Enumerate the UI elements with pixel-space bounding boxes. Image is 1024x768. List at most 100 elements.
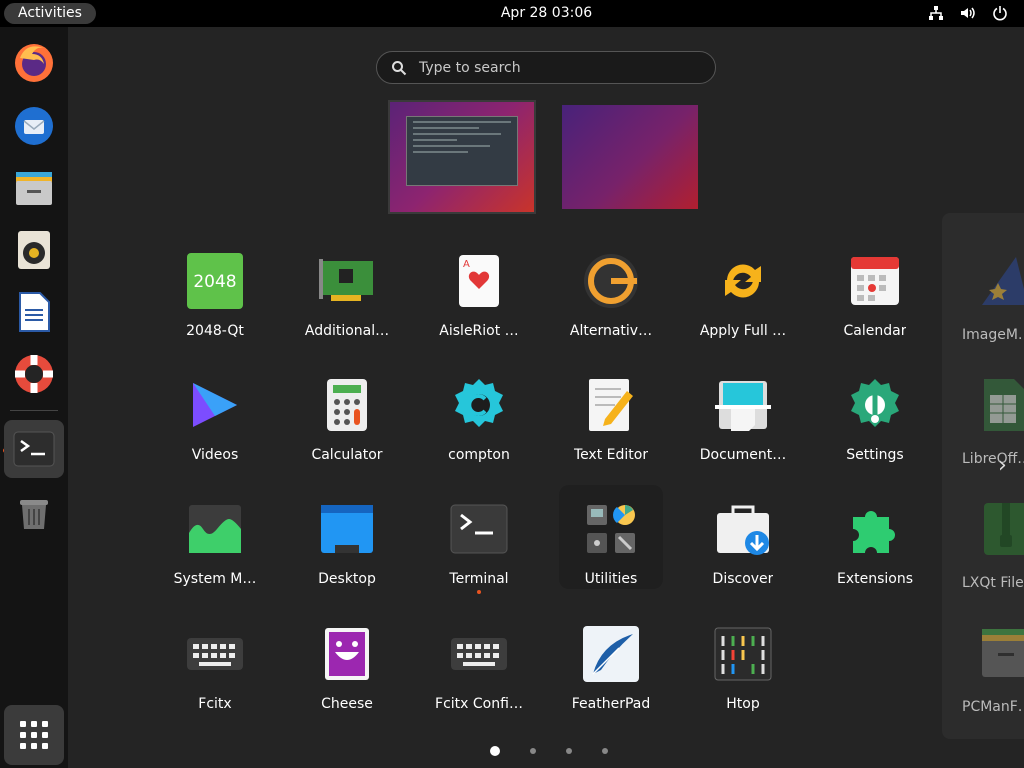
htop-icon [714,627,772,681]
app-puzzle[interactable]: Extensions [820,499,930,603]
dock-rhythmbox[interactable] [4,221,64,279]
app-icon [185,375,245,435]
clock[interactable]: Apr 28 03:06 [0,0,1024,27]
app-icon [713,251,773,311]
rhythmbox-icon [18,231,50,269]
app-icon [581,375,641,435]
show-applications-button[interactable] [4,705,64,765]
app-label: Fcitx [198,696,232,712]
cards-icon: A [459,255,499,307]
app-calendar[interactable]: Calendar [820,251,930,355]
app-compton-gear[interactable]: compton [424,375,534,479]
dock-terminal[interactable] [4,420,64,478]
app-upgrade[interactable]: Apply Full … [688,251,798,355]
dock-trash[interactable] [4,483,64,541]
app-label: Videos [191,447,239,463]
utilities-folder-icon [587,505,635,553]
dock-files[interactable] [4,159,64,217]
app-settings[interactable]: Settings [820,375,930,479]
app-discover[interactable]: Discover [688,499,798,603]
alternatives-icon [584,254,638,308]
app-label: PCManF… [962,699,1024,715]
app-hardware-card[interactable]: Additional… [292,251,402,355]
search-icon [392,61,407,76]
document-scanner-icon [715,381,771,431]
upgrade-icon [725,264,761,298]
power-icon[interactable] [992,5,1008,25]
app-icon [449,624,509,684]
keyboard-icon [451,638,507,670]
dock-help[interactable] [4,345,64,403]
app-desktop[interactable]: Desktop [292,499,402,603]
network-icon[interactable] [928,5,944,25]
writer-icon [19,292,50,332]
peek-app-wizard-hat[interactable]: ImageM… [962,251,1024,343]
terminal-window-thumbnail[interactable] [406,116,518,186]
text-editor-icon [589,379,633,431]
app-icon [449,375,509,435]
folder-icon [982,629,1024,677]
peek-app-folder[interactable]: PCManF… [962,623,1024,715]
app-icon [317,624,377,684]
system-tray[interactable] [928,5,1008,25]
app-icon [962,623,1024,687]
app-grid-overview: Type to search 2048 2048-Qt Additional… A Ai… [68,27,1024,768]
app-icon [317,251,377,311]
app-label: ImageM… [962,327,1024,343]
app-label: LXQt File… [962,575,1024,591]
page-dot-1[interactable] [490,746,500,756]
app-label: Text Editor [573,447,649,463]
app-calculator[interactable]: Calculator [292,375,402,479]
app-text-editor[interactable]: Text Editor [556,375,666,479]
system-monitor-icon [189,505,241,553]
grid-icon [20,721,48,749]
dock-firefox[interactable] [4,33,64,91]
app-terminal[interactable]: Terminal [424,499,534,603]
page-dot-3[interactable] [566,748,572,754]
next-page-peek[interactable]: PCManF… LXQt File… LibreOff… ImageM… › [942,213,1024,739]
app-icon [713,499,773,559]
peek-app-spreadsheet[interactable]: LibreOff… [962,375,1024,467]
app-icon [317,375,377,435]
hardware-card-icon [319,259,373,301]
app-label: Document… [699,447,787,463]
app-cards[interactable]: A AisleRiot … [424,251,534,355]
app-keyboard[interactable]: Fcitx Confi… [424,624,534,728]
app-game-2048[interactable]: 2048 2048-Qt [160,251,270,355]
app-icon [713,375,773,435]
app-label: Cheese [321,696,373,712]
terminal-icon [13,431,55,467]
app-icon [581,251,641,311]
compton-gear-icon [455,379,503,427]
page-dot-4[interactable] [602,748,608,754]
app-label: compton [448,447,510,463]
app-feather[interactable]: FeatherPad [556,624,666,728]
chevron-right-icon[interactable]: › [998,453,1007,478]
app-videos[interactable]: Videos [160,375,270,479]
app-alternatives[interactable]: Alternativ… [556,251,666,355]
app-document-scanner[interactable]: Document… [688,375,798,479]
page-dot-2[interactable] [530,748,536,754]
volume-icon[interactable] [960,5,976,25]
thunderbird-icon [15,107,53,145]
app-keyboard[interactable]: Fcitx [160,624,270,728]
search-input[interactable]: Type to search [376,51,716,84]
app-cheese[interactable]: Cheese [292,624,402,728]
app-label: Settings [846,447,904,463]
peek-app-archive[interactable]: LXQt File… [962,499,1024,591]
firefox-icon [15,44,53,82]
workspace-thumbnail-1[interactable] [390,102,534,212]
workspace-thumbnail-2[interactable] [562,105,698,209]
app-utilities-folder[interactable]: Utilities [556,499,666,603]
app-label: Htop [726,696,760,712]
dock-libreoffice-writer[interactable] [4,283,64,341]
app-label: LibreOff… [962,451,1024,467]
archive-icon [984,503,1024,555]
settings-icon [851,379,899,427]
dock-thunderbird[interactable] [4,97,64,155]
puzzle-icon [853,511,895,553]
app-system-monitor[interactable]: System M… [160,499,270,603]
discover-icon [717,505,769,555]
app-htop[interactable]: Htop [688,624,798,728]
feather-icon [583,626,639,682]
